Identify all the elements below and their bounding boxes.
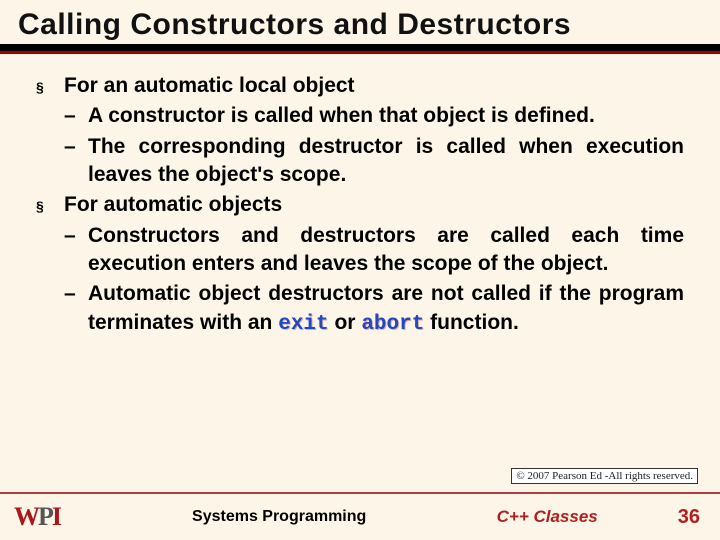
sub-bullet-item: –A constructor is called when that objec… xyxy=(36,102,684,130)
sub-bullet-item: –Constructors and destructors are called… xyxy=(36,222,684,279)
slide-footer: W P I Systems Programming C++ Classes 36 xyxy=(0,492,720,540)
footer-page-number: 36 xyxy=(678,506,700,529)
bullet-marker: § xyxy=(36,72,64,100)
sub-bullet-item: –Automatic object destructors are not ca… xyxy=(36,280,684,339)
bullet-item: §For an automatic local object xyxy=(36,72,684,100)
bullet-text: For an automatic local object xyxy=(64,72,684,100)
bullet-marker: § xyxy=(36,191,64,219)
copyright-notice: © 2007 Pearson Ed -All rights reserved. xyxy=(511,468,698,484)
sub-bullet-marker: – xyxy=(64,133,88,190)
bullet-text: For automatic objects xyxy=(64,191,684,219)
sub-bullet-text: Automatic object destructors are not cal… xyxy=(88,280,684,339)
sub-bullet-item: –The corresponding destructor is called … xyxy=(36,133,684,190)
logo-letter-w: W xyxy=(14,502,40,532)
sub-bullet-marker: – xyxy=(64,102,88,130)
sub-bullet-text: Constructors and destructors are called … xyxy=(88,222,684,279)
slide-body: §For an automatic local object–A constru… xyxy=(0,54,720,339)
footer-topic: C++ Classes xyxy=(497,507,598,527)
slide-title: Calling Constructors and Destructors xyxy=(18,8,702,42)
sub-bullet-marker: – xyxy=(64,222,88,279)
wpi-logo: W P I xyxy=(14,502,62,532)
keyword: abort xyxy=(361,313,424,336)
keyword: exit xyxy=(278,313,328,336)
bullet-item: §For automatic objects xyxy=(36,191,684,219)
footer-course: Systems Programming xyxy=(102,508,497,526)
sub-bullet-text: The corresponding destructor is called w… xyxy=(88,133,684,190)
title-underline xyxy=(0,44,720,54)
sub-bullet-marker: – xyxy=(64,280,88,339)
sub-bullet-text: A constructor is called when that object… xyxy=(88,102,684,130)
logo-letter-i: I xyxy=(52,502,62,532)
